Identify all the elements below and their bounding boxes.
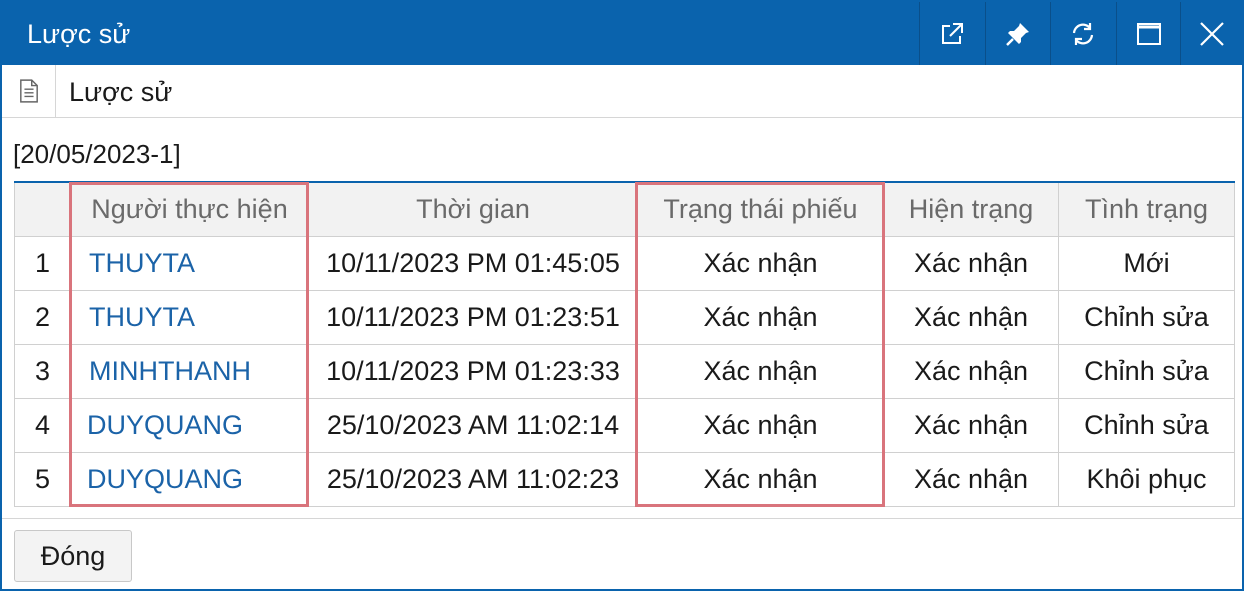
condition-cell: Mới [1058, 235, 1235, 291]
time-cell: 25/10/2023 AM 11:02:14 [308, 397, 638, 453]
row-number: 1 [14, 235, 71, 291]
column-header-time[interactable]: Thời gian [308, 181, 638, 237]
history-dialog: Lược sử Lược sử [20/05/2023-1] Người thự… [0, 0, 1244, 591]
external-link-icon [941, 22, 963, 44]
user-link[interactable]: MINHTHANH [70, 343, 309, 399]
footer-divider [2, 518, 1242, 519]
maximize-icon [1136, 22, 1161, 45]
open-external-button[interactable] [919, 2, 983, 65]
pin-icon [1005, 22, 1029, 46]
document-icon [2, 65, 56, 117]
user-link[interactable]: THUYTA [70, 235, 309, 291]
column-header-condition[interactable]: Tình trạng [1058, 181, 1235, 237]
record-code: [20/05/2023-1] [13, 139, 181, 169]
row-number: 2 [14, 289, 71, 345]
table-header-row: Người thực hiện Thời gian Trạng thái phi… [14, 181, 1235, 237]
column-header-user[interactable]: Người thực hiện [70, 181, 309, 237]
current-state-cell: Xác nhận [883, 289, 1059, 345]
close-window-button[interactable] [1180, 2, 1242, 65]
maximize-button[interactable] [1116, 2, 1180, 65]
current-state-cell: Xác nhận [883, 397, 1059, 453]
user-link[interactable]: DUYQUANG [70, 397, 309, 453]
current-state-cell: Xác nhận [883, 343, 1059, 399]
subheader: Lược sử [2, 65, 1242, 118]
time-cell: 10/11/2023 PM 01:23:33 [308, 343, 638, 399]
ticket-status-cell: Xác nhận [637, 397, 884, 453]
condition-cell: Chỉnh sửa [1058, 397, 1235, 453]
close-button[interactable]: Đóng [14, 530, 132, 582]
column-header-ticket-status[interactable]: Trạng thái phiếu [637, 181, 884, 237]
table-row[interactable]: 2 THUYTA 10/11/2023 PM 01:23:51 Xác nhận… [14, 289, 1235, 345]
pin-button[interactable] [985, 2, 1049, 65]
row-number: 4 [14, 397, 71, 453]
refresh-button[interactable] [1050, 2, 1114, 65]
table-row[interactable]: 3 MINHTHANH 10/11/2023 PM 01:23:33 Xác n… [14, 343, 1235, 399]
row-number: 3 [14, 343, 71, 399]
history-table: Người thực hiện Thời gian Trạng thái phi… [14, 181, 1235, 508]
ticket-status-cell: Xác nhận [637, 451, 884, 508]
condition-cell: Chỉnh sửa [1058, 343, 1235, 399]
close-icon [1199, 21, 1224, 46]
table-row[interactable]: 4 DUYQUANG 25/10/2023 AM 11:02:14 Xác nh… [14, 397, 1235, 453]
current-state-cell: Xác nhận [883, 235, 1059, 291]
window-title: Lược sử [27, 19, 131, 49]
user-link[interactable]: DUYQUANG [70, 451, 309, 508]
table-row[interactable]: 1 THUYTA 10/11/2023 PM 01:45:05 Xác nhận… [14, 235, 1235, 291]
time-cell: 10/11/2023 PM 01:45:05 [308, 235, 638, 291]
current-state-cell: Xác nhận [883, 451, 1059, 508]
column-header-current-state[interactable]: Hiện trạng [883, 181, 1059, 237]
condition-cell: Khôi phục [1058, 451, 1235, 508]
ticket-status-cell: Xác nhận [637, 289, 884, 345]
user-link[interactable]: THUYTA [70, 289, 309, 345]
column-header-index [14, 181, 71, 237]
title-bar[interactable]: Lược sử [2, 2, 1242, 65]
ticket-status-cell: Xác nhận [637, 343, 884, 399]
time-cell: 25/10/2023 AM 11:02:23 [308, 451, 638, 508]
table-row[interactable]: 5 DUYQUANG 25/10/2023 AM 11:02:23 Xác nh… [14, 451, 1235, 508]
row-number: 5 [14, 451, 71, 508]
time-cell: 10/11/2023 PM 01:23:51 [308, 289, 638, 345]
subheader-title: Lược sử [69, 77, 173, 107]
refresh-icon [1072, 22, 1093, 45]
ticket-status-cell: Xác nhận [637, 235, 884, 291]
condition-cell: Chỉnh sửa [1058, 289, 1235, 345]
